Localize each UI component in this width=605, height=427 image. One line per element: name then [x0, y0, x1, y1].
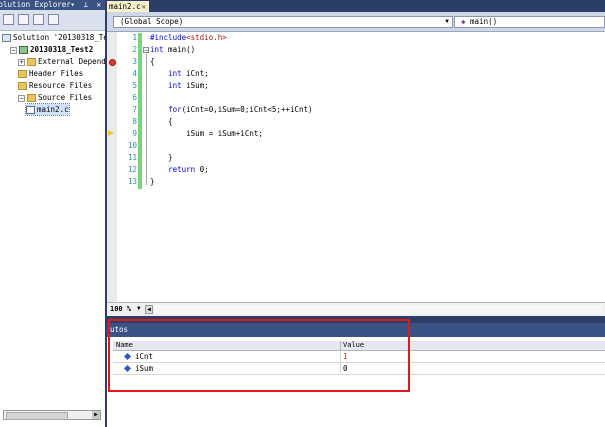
line-number: 10 — [127, 141, 137, 150]
collapse-icon[interactable]: − — [143, 47, 149, 54]
folder-icon — [27, 58, 36, 66]
solution-explorer-title: Solution Explorer — [0, 0, 71, 9]
tree-item[interactable]: Resource Files — [18, 80, 92, 91]
editor-bottom-bar: 100 % ▼ ◀ — [107, 302, 605, 316]
tree-item-label: Resource Files — [29, 81, 93, 90]
tree-item[interactable]: − Source Files — [18, 92, 92, 103]
solution-explorer-toolbar — [0, 10, 105, 31]
panel-controls[interactable]: ▾ ⊥ ✕ — [70, 0, 103, 10]
folder-icon — [27, 94, 36, 102]
line-number: 5 — [132, 81, 137, 90]
line-number: 7 — [132, 105, 137, 114]
line-number: 3 — [132, 57, 137, 66]
code-line[interactable]: int main() — [150, 44, 195, 56]
change-tracking-bar — [138, 33, 142, 189]
code-line[interactable]: { — [150, 116, 173, 128]
refresh-icon[interactable] — [33, 14, 44, 25]
c-file-icon — [26, 106, 35, 114]
code-line[interactable]: } — [150, 152, 173, 164]
tree-item[interactable]: Solution '20130318_Test2 — [2, 32, 121, 43]
solution-icon — [2, 34, 11, 42]
tab-label: main2.c — [109, 2, 141, 11]
line-number: 12 — [127, 165, 137, 174]
tree-item-label: 20130318_Test2 — [30, 45, 94, 54]
scope-value: (Global Scope) — [120, 17, 184, 26]
solution-explorer-title-bar[interactable]: Solution Explorer ▾ ⊥ ✕ — [0, 0, 105, 10]
solution-explorer-scrollbar[interactable]: ▶ — [3, 410, 101, 420]
line-number: 9 — [132, 129, 137, 138]
line-number: 13 — [127, 177, 137, 186]
line-number: 11 — [127, 153, 137, 162]
collapse-icon[interactable]: − — [18, 94, 25, 102]
tree-item[interactable]: − 20130318_Test2 — [10, 44, 93, 55]
member-value: main() — [470, 17, 498, 26]
outline-line — [146, 54, 147, 185]
current-statement-arrow-icon — [108, 130, 114, 136]
annotation-highlight-box — [108, 319, 410, 392]
code-line[interactable]: int iSum; — [150, 80, 209, 92]
tree-item-label: main2.c — [37, 105, 69, 114]
code-line[interactable]: } — [150, 176, 155, 188]
navigation-bar: (Global Scope) ▼ ◆ main() — [107, 12, 605, 32]
zoom-level[interactable]: 100 % — [110, 303, 131, 315]
code-line[interactable]: int iCnt; — [150, 68, 209, 80]
folder-icon — [18, 70, 27, 78]
breakpoint-icon[interactable] — [109, 59, 116, 66]
scroll-left-arrow-icon[interactable]: ◀ — [145, 305, 153, 314]
line-number: 1 — [132, 33, 137, 42]
method-icon: ◆ — [461, 17, 466, 26]
code-line[interactable]: { — [150, 56, 155, 68]
line-number: 2 — [132, 45, 137, 54]
show-all-files-icon[interactable] — [18, 14, 29, 25]
tree-item-label: Source Files — [38, 93, 93, 102]
scope-dropdown[interactable]: (Global Scope) ▼ — [113, 16, 453, 28]
tree-item-label: Header Files — [29, 69, 84, 78]
zoom-dropdown-icon[interactable]: ▼ — [137, 303, 141, 315]
line-number: 6 — [132, 93, 137, 102]
tree-item[interactable]: main2.c — [25, 103, 70, 116]
tree-item[interactable]: Header Files — [18, 68, 83, 79]
scroll-right-arrow-icon[interactable]: ▶ — [92, 411, 100, 419]
project-icon — [19, 46, 28, 54]
expand-icon[interactable]: + — [18, 58, 25, 66]
code-line[interactable]: #include<stdio.h> — [150, 32, 227, 44]
folder-icon — [18, 82, 27, 90]
member-dropdown[interactable]: ◆ main() — [454, 16, 605, 28]
line-number: 4 — [132, 69, 137, 78]
horizontal-scrollbar[interactable] — [154, 305, 602, 314]
close-tab-icon[interactable]: ✕ — [141, 1, 146, 12]
scrollbar-thumb[interactable] — [6, 412, 68, 420]
view-class-diagram-icon[interactable] — [48, 14, 59, 25]
chevron-down-icon: ▼ — [445, 18, 449, 25]
code-line[interactable]: for(iCnt=0,iSum=0;iCnt<5;++iCnt) — [150, 104, 313, 116]
properties-icon[interactable] — [3, 14, 14, 25]
glyph-margin[interactable] — [107, 32, 117, 302]
line-number: 8 — [132, 117, 137, 126]
code-line[interactable]: iSum = iSum+iCnt; — [150, 128, 263, 140]
document-tab-bar — [107, 0, 605, 12]
collapse-icon[interactable]: − — [10, 46, 17, 54]
code-line[interactable]: return 0; — [150, 164, 209, 176]
tab-main2-c[interactable]: main2.c ✕ — [107, 1, 149, 12]
